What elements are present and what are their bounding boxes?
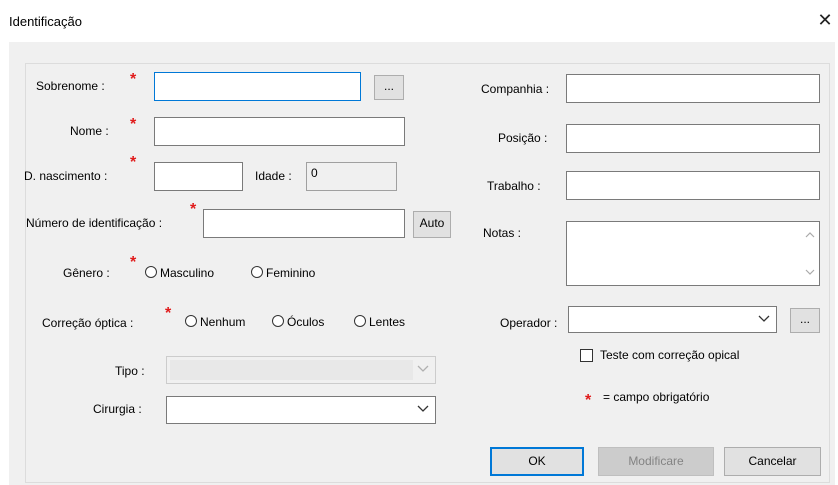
close-icon[interactable]: ✕: [815, 10, 835, 30]
correcao-nenhum-radio[interactable]: [185, 315, 197, 327]
correcao-lentes-radio[interactable]: [354, 315, 366, 327]
genero-masculino-label[interactable]: Masculino: [160, 266, 214, 280]
operador-select[interactable]: [568, 306, 777, 333]
numero-id-label: Número de identificação :: [26, 216, 163, 230]
genero-masculino-radio[interactable]: [145, 266, 157, 278]
required-star: *: [130, 154, 137, 171]
required-note: = campo obrigatório: [603, 390, 710, 404]
auto-button[interactable]: Auto: [413, 211, 451, 238]
tipo-label: Tipo :: [115, 364, 145, 378]
notas-label: Notas :: [483, 226, 522, 240]
chevron-down-icon: [417, 365, 429, 372]
nome-label: Nome :: [70, 124, 109, 138]
required-star: *: [130, 116, 137, 133]
cirurgia-select[interactable]: [166, 396, 436, 424]
required-star: *: [130, 71, 137, 88]
idade-label: Idade :: [255, 169, 292, 183]
trabalho-label: Trabalho :: [487, 179, 541, 193]
correcao-oculos-radio[interactable]: [272, 315, 284, 327]
scroll-down-icon[interactable]: [805, 268, 815, 276]
chevron-down-icon: [417, 405, 429, 412]
required-star: *: [165, 305, 172, 322]
teste-checkbox[interactable]: [580, 349, 593, 362]
genero-label: Gênero :: [63, 266, 110, 280]
required-star: *: [190, 201, 197, 218]
nascimento-label: D. nascimento :: [24, 169, 108, 183]
tipo-select: [166, 356, 436, 384]
trabalho-input[interactable]: [566, 171, 820, 200]
sobrenome-label: Sobrenome :: [36, 79, 105, 93]
genero-feminino-radio[interactable]: [251, 266, 263, 278]
correcao-label: Correção óptica :: [42, 316, 134, 330]
correcao-lentes-label[interactable]: Lentes: [369, 315, 405, 329]
title-bar: [0, 0, 838, 42]
teste-checkbox-label[interactable]: Teste com correção opical: [600, 348, 739, 362]
nascimento-input[interactable]: [154, 162, 243, 191]
sobrenome-browse-button[interactable]: ...: [374, 75, 404, 100]
window-title: Identificação: [9, 14, 82, 29]
correcao-nenhum-label[interactable]: Nenhum: [200, 315, 245, 329]
scroll-up-icon[interactable]: [805, 231, 815, 239]
companhia-input[interactable]: [566, 74, 820, 103]
modify-button: Modificare: [598, 447, 714, 476]
cirurgia-label: Cirurgia :: [93, 402, 142, 416]
notas-textarea[interactable]: [566, 221, 820, 286]
genero-feminino-label[interactable]: Feminino: [266, 266, 315, 280]
required-star: *: [585, 392, 592, 409]
posicao-label: Posição :: [498, 131, 548, 145]
posicao-input[interactable]: [566, 124, 820, 153]
numero-id-input[interactable]: [203, 209, 405, 238]
required-star: *: [130, 254, 137, 271]
nome-input[interactable]: [154, 117, 405, 146]
operador-browse-button[interactable]: ...: [790, 308, 820, 333]
companhia-label: Companhia :: [481, 82, 550, 96]
cancel-button[interactable]: Cancelar: [724, 447, 821, 476]
chevron-down-icon: [758, 315, 770, 322]
ok-button[interactable]: OK: [490, 447, 584, 476]
idade-field: 0: [306, 162, 397, 191]
sobrenome-input[interactable]: [154, 72, 361, 101]
correcao-oculos-label[interactable]: Óculos: [287, 315, 324, 329]
operador-label: Operador :: [500, 316, 558, 330]
